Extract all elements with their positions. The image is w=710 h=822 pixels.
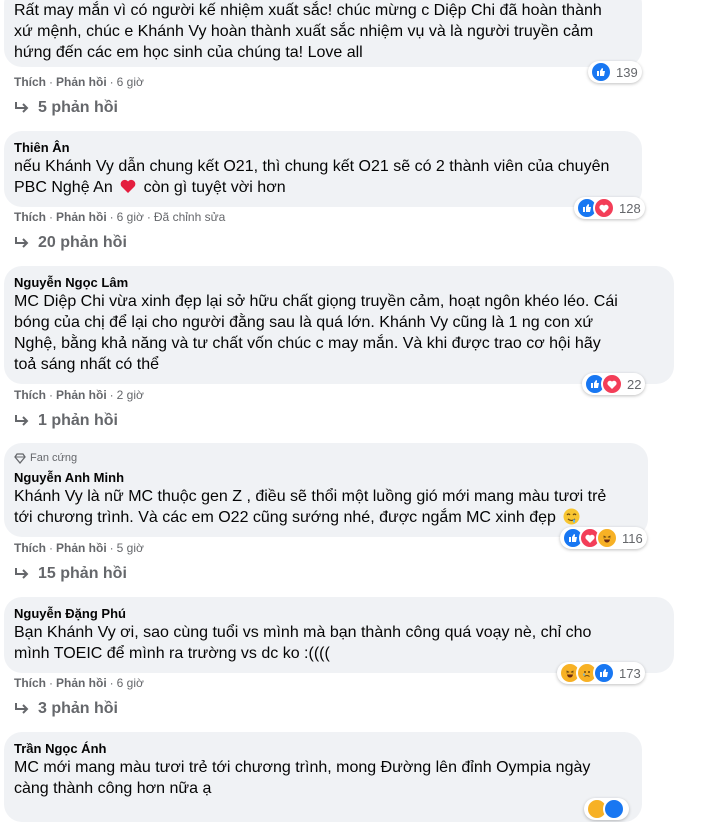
comment-bubble: Fan cứng Nguyễn Anh Minh Khánh Vy là nữ … <box>4 443 648 537</box>
comment-bubble: Trần Ngọc Ánh MC mới mang màu tươi trẻ t… <box>4 732 642 822</box>
like-link[interactable]: Thích <box>14 75 46 89</box>
comment-bubble: Thiên Ân nếu Khánh Vy dẫn chung kết O21,… <box>4 131 642 207</box>
reply-link[interactable]: Phản hồi <box>56 210 107 224</box>
diamond-icon <box>14 452 26 464</box>
timestamp[interactable]: 6 giờ <box>117 676 144 690</box>
comment-text-line: tới chương trình. Và các em O22 cũng sướ… <box>14 509 556 526</box>
timestamp[interactable]: 6 giờ <box>117 210 144 224</box>
reply-arrow-icon <box>15 415 29 426</box>
timestamp[interactable]: 5 giờ <box>117 541 144 555</box>
reaction-summary[interactable]: 173 <box>557 662 645 684</box>
reply-link[interactable]: Phản hồi <box>56 388 107 402</box>
comment-author[interactable]: Trần Ngọc Ánh <box>14 741 632 757</box>
view-replies-button[interactable]: 3 phản hồi <box>14 700 118 718</box>
timestamp[interactable]: 2 giờ <box>117 388 144 402</box>
view-replies-button[interactable]: 15 phản hồi <box>14 565 127 583</box>
like-icon <box>593 662 615 684</box>
like-icon <box>603 798 625 820</box>
like-link[interactable]: Thích <box>14 676 46 690</box>
comment-text-line: xứ mệnh, chúc e Khánh Vy hoàn thành xuất… <box>14 23 594 40</box>
replies-count: 1 phản hồi <box>38 412 118 429</box>
comment-text-line: toả sáng nhất có thể <box>14 356 159 373</box>
comment-text-line: nếu Khánh Vy dẫn chung kết O21, thì chun… <box>14 158 610 175</box>
comment-bubble: Rất may mắn vì có người kế nhiệm xuất sắ… <box>4 0 642 67</box>
comment-text-row: PBC Nghệ An còn gì tuyệt vời hơn <box>14 177 632 200</box>
reaction-count: 139 <box>616 64 638 80</box>
replies-count: 15 phản hồi <box>38 565 127 582</box>
comment-author[interactable]: Nguyễn Anh Minh <box>14 470 638 486</box>
comment-actions: Thích · Phản hồi · 5 giờ <box>14 541 144 555</box>
comment-actions: Thích · Phản hồi · 2 giờ <box>14 388 144 402</box>
comment-text-line: Rất may mắn vì có người kế nhiệm xuất sắ… <box>14 2 602 19</box>
comment-text-line: bóng của chị để lại cho người đằng sau l… <box>14 314 594 331</box>
view-replies-button[interactable]: 1 phản hồi <box>14 412 118 430</box>
reaction-count: 128 <box>619 200 641 216</box>
heart-emoji-icon <box>120 179 136 200</box>
heart-icon <box>601 373 623 395</box>
like-link[interactable]: Thích <box>14 388 46 402</box>
comment-text-row: tới chương trình. Và các em O22 cũng sướ… <box>14 507 638 531</box>
reaction-summary[interactable]: 22 <box>582 373 646 395</box>
comment-actions: Thích · Phản hồi · 6 giờ <box>14 676 144 690</box>
timestamp[interactable]: 6 giờ <box>117 75 144 89</box>
comment-actions: Thích · Phản hồi · 6 giờ <box>14 75 144 89</box>
view-replies-button[interactable]: 20 phản hồi <box>14 234 127 252</box>
comment-actions: Thích · Phản hồi · 6 giờ · Đã chỉnh sửa <box>14 210 226 224</box>
replies-count: 20 phản hồi <box>38 234 127 251</box>
comment-author[interactable]: Thiên Ân <box>14 140 632 156</box>
heart-icon <box>593 197 615 219</box>
reply-link[interactable]: Phản hồi <box>56 676 107 690</box>
like-link[interactable]: Thích <box>14 210 46 224</box>
reply-arrow-icon <box>15 237 29 248</box>
reaction-summary[interactable]: 139 <box>588 61 642 83</box>
reply-arrow-icon <box>15 102 29 113</box>
reply-link[interactable]: Phản hồi <box>56 541 107 555</box>
fan-badge: Fan cứng <box>14 451 638 465</box>
like-icon <box>590 61 612 83</box>
replies-count: 3 phản hồi <box>38 700 118 717</box>
like-link[interactable]: Thích <box>14 541 46 555</box>
comment-author[interactable]: Nguyễn Đặng Phú <box>14 606 664 622</box>
view-replies-button[interactable]: 5 phản hồi <box>14 99 118 117</box>
comment-author[interactable]: Nguyễn Ngọc Lâm <box>14 275 664 291</box>
fan-badge-label: Fan cứng <box>30 452 78 464</box>
reaction-summary[interactable] <box>584 798 629 820</box>
reaction-count: 22 <box>627 376 642 392</box>
comment-text-line: càng thành công hơn nữa ạ <box>14 780 212 797</box>
reaction-count: 173 <box>619 665 641 681</box>
comment-text-line: hứng đến các em học sinh của chúng ta! L… <box>14 44 363 61</box>
comment-text-line: còn gì tuyệt vời hơn <box>143 179 286 196</box>
reply-link[interactable]: Phản hồi <box>56 75 107 89</box>
reply-arrow-icon <box>15 703 29 714</box>
comment-text-line: Nghệ, bằng khả năng và tư chất vốn chúc … <box>14 335 601 352</box>
comment-text-line: Bạn Khánh Vy ơi, sao cùng tuổi vs mình m… <box>14 624 592 641</box>
reaction-summary[interactable]: 128 <box>574 197 645 219</box>
comment-bubble: Nguyễn Ngọc Lâm MC Diệp Chi vừa xinh đẹp… <box>4 266 674 384</box>
replies-count: 5 phản hồi <box>38 99 118 116</box>
haha-icon <box>596 527 618 549</box>
reaction-summary[interactable]: 116 <box>560 527 647 549</box>
reply-arrow-icon <box>15 568 29 579</box>
edited-label: Đã chỉnh sửa <box>153 210 226 224</box>
comment-text-line: MC mới mang màu tươi trẻ tới chương trìn… <box>14 759 591 776</box>
reaction-count: 116 <box>622 530 643 546</box>
comment-text-line: Khánh Vy là nữ MC thuộc gen Z , điều sẽ … <box>14 488 607 505</box>
comment-text-line: PBC Nghệ An <box>14 179 113 196</box>
comment-text-line: mình TOEIC để mình ra trường vs dc ko :(… <box>14 645 330 662</box>
comment-text-line: MC Diệp Chi vừa xinh đẹp lại sở hữu chất… <box>14 293 618 310</box>
